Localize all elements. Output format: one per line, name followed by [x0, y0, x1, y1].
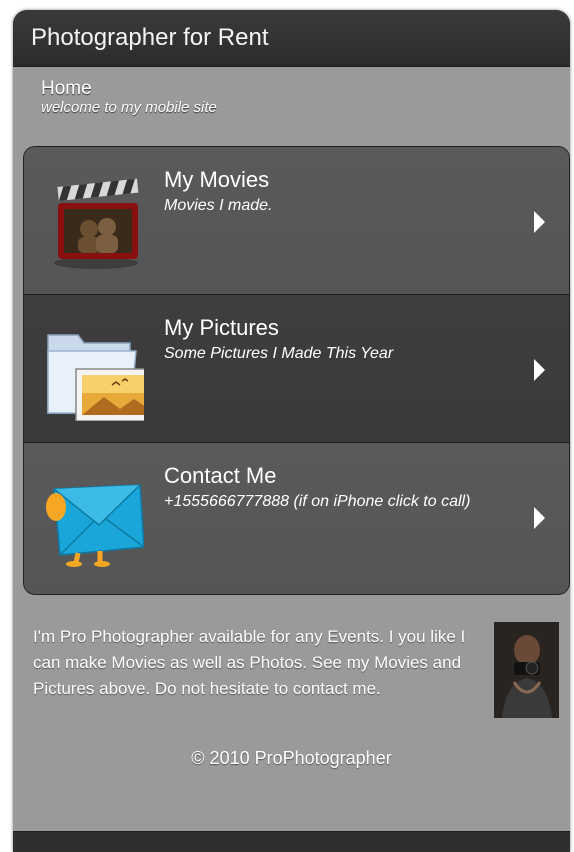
picture-folder-icon: [47, 334, 144, 421]
item-title: Contact Me: [164, 463, 277, 488]
item-subtitle: Movies I made.: [164, 197, 273, 214]
chevron-right-icon: [534, 211, 545, 233]
photographer-avatar: [494, 622, 559, 718]
list-item-contact-me[interactable]: Contact Me +1555666777888 (if on iPhone …: [24, 443, 569, 592]
menu-list: My Movies Movies I made. My Pictures Som…: [23, 146, 570, 595]
breadcrumb-subtitle: welcome to my mobile site: [41, 99, 217, 116]
chevron-right-icon: [534, 359, 545, 381]
chevron-right-icon: [534, 507, 545, 529]
item-title: My Movies: [164, 167, 270, 192]
envelope-icon: [46, 484, 144, 567]
copyright-text: © 2010 ProPhotographer: [191, 748, 392, 768]
footer-bar: [13, 831, 570, 852]
list-item-my-movies[interactable]: My Movies Movies I made.: [24, 147, 569, 295]
header-bar: Photographer for Rent: [13, 10, 570, 67]
item-subtitle: +1555666777888 (if on iPhone click to ca…: [164, 493, 471, 510]
clapperboard-icon: [54, 178, 139, 269]
page-title: Photographer for Rent: [31, 24, 269, 51]
about-text: I'm Pro Photographer available for any E…: [33, 627, 466, 698]
app-frame: Photographer for Rent Home welcome to my…: [13, 10, 570, 852]
item-title: My Pictures: [164, 315, 279, 340]
list-item-my-pictures[interactable]: My Pictures Some Pictures I Made This Ye…: [24, 295, 569, 443]
breadcrumb-home[interactable]: Home: [41, 79, 570, 99]
item-subtitle: Some Pictures I Made This Year: [164, 345, 394, 362]
breadcrumb: Home welcome to my mobile site: [13, 67, 570, 133]
